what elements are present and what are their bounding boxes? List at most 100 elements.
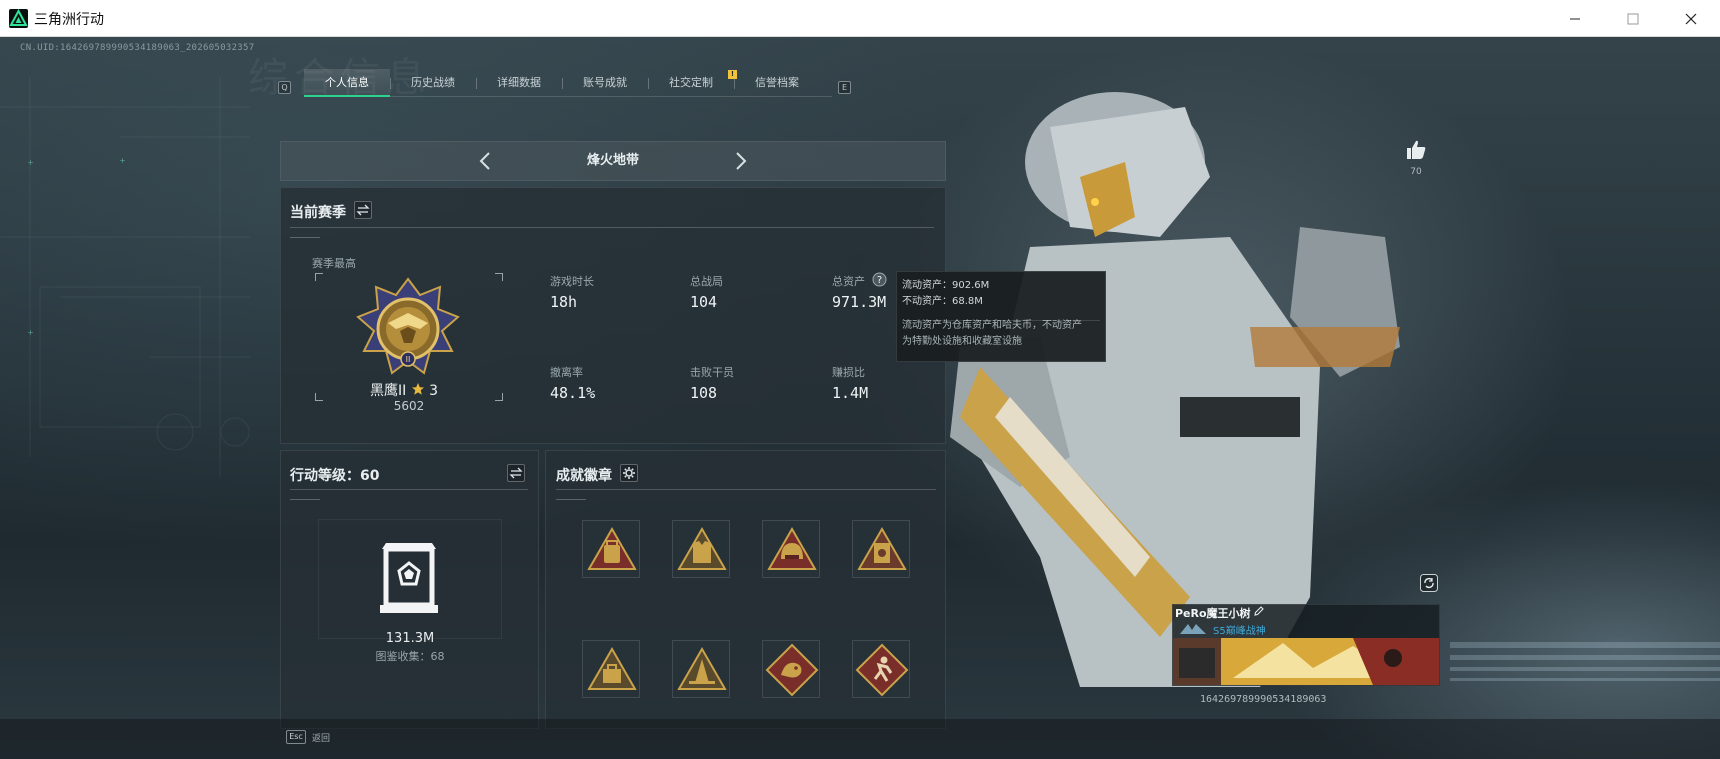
level-collection-value: 131.3M <box>385 631 435 646</box>
season-decor-line <box>290 237 320 238</box>
stat-kills-label: 击败干员 <box>690 366 734 379</box>
rank-frame-corner <box>495 273 503 281</box>
achievement-badge[interactable] <box>762 640 820 698</box>
season-divider <box>290 227 934 228</box>
maximize-button[interactable] <box>1604 0 1662 37</box>
case-badge-icon <box>587 646 637 690</box>
tower-badge-icon <box>677 646 727 690</box>
achievement-badge[interactable] <box>762 520 820 578</box>
rank-stars: 3 <box>429 383 439 399</box>
player-name: PeRo魔王小树 <box>1175 607 1251 620</box>
helmet-badge-icon <box>767 526 817 570</box>
badges-settings-button[interactable] <box>620 464 638 482</box>
assets-tooltip: 流动资产：902.6M 不动资产：68.8M 流动资产为仓库资产和哈夫币，不动资… <box>896 271 1106 362</box>
stat-assets-value: 971.3M <box>832 293 887 311</box>
edit-pencil-icon[interactable] <box>1253 605 1265 617</box>
rank-emblem-icon: II <box>356 277 460 375</box>
armor-badge-icon <box>857 526 907 570</box>
tab-social-custom[interactable]: 社交定制 <box>648 69 734 97</box>
tab-history[interactable]: 历史战绩 <box>390 69 476 97</box>
rank-frame-corner <box>315 273 323 281</box>
level-divider <box>290 489 528 490</box>
badges-title: 成就徽章 <box>556 468 612 484</box>
season-best-label: 赛季最高 <box>312 257 356 270</box>
stat-extract-rate-value: 48.1% <box>550 384 596 402</box>
achievement-badge[interactable] <box>672 520 730 578</box>
backpack-badge-icon <box>587 526 637 570</box>
achievement-badge[interactable] <box>582 640 640 698</box>
mode-selector: 烽火地带 <box>280 141 946 181</box>
rank-points: 5602 <box>393 399 425 413</box>
player-banner-image <box>1173 638 1439 685</box>
refresh-icon[interactable] <box>1420 574 1438 592</box>
tooltip-desc-line2: 为特勤处设施和收藏室设施 <box>902 336 1022 347</box>
stat-matches-value: 104 <box>690 293 718 311</box>
svg-text:?: ? <box>877 275 882 286</box>
chevron-right-icon[interactable] <box>729 150 751 172</box>
rank-wing-icon <box>1180 624 1206 634</box>
stat-matches-label: 总战局 <box>690 275 723 288</box>
game-scene: CN.UID:164269789990534189063_20260503235… <box>0 37 1720 759</box>
rank-name: 黑鹰II <box>370 383 407 399</box>
achievement-badge[interactable] <box>852 520 910 578</box>
tab-personal-info[interactable]: 个人信息 <box>304 69 390 97</box>
stat-assets-label: 总资产 <box>832 275 865 288</box>
bottom-bar <box>0 719 1720 759</box>
stat-play-time-value: 18h <box>550 293 578 311</box>
close-icon <box>1685 13 1697 24</box>
gear-icon <box>623 467 635 479</box>
runner-badge-icon <box>855 643 909 697</box>
tab-next-key[interactable]: E <box>838 81 851 94</box>
close-button[interactable] <box>1662 0 1720 37</box>
stat-profit-ratio-label: 赚损比 <box>832 366 865 379</box>
level-switch-button[interactable] <box>507 464 525 482</box>
maximize-icon <box>1627 13 1639 24</box>
dragon-badge-icon <box>765 643 819 697</box>
tab-detailed-data[interactable]: 详细数据 <box>476 69 562 97</box>
tab-bar: 个人信息 历史战绩 详细数据 账号成就 社交定制 信誉档案 <box>304 69 832 97</box>
player-title: S5巅峰战神 <box>1213 626 1266 637</box>
stat-profit-ratio-value: 1.4M <box>832 384 869 402</box>
tooltip-fixed-assets: 不动资产：68.8M <box>902 296 983 307</box>
help-icon[interactable]: ? <box>872 272 887 287</box>
like-count: 70 <box>1410 167 1422 177</box>
star-icon <box>411 383 424 395</box>
tooltip-liquid-assets: 流动资产：902.6M <box>902 280 990 291</box>
stat-kills-value: 108 <box>690 384 718 402</box>
stat-play-time-label: 游戏时长 <box>550 275 594 288</box>
mode-title: 烽火地带 <box>586 153 639 168</box>
achievement-badge[interactable] <box>852 640 910 698</box>
swap-icon <box>509 467 523 479</box>
season-switch-button[interactable] <box>354 201 372 219</box>
level-title: 行动等级：60 <box>290 468 380 484</box>
esc-label[interactable]: 返回 <box>312 731 330 744</box>
rank-frame-corner <box>315 393 323 401</box>
tab-notification-badge: ! <box>728 70 737 79</box>
level-collection-count: 图鉴收集：68 <box>375 650 445 663</box>
badges-decor-line <box>556 499 586 500</box>
esc-key[interactable]: Esc <box>286 730 306 744</box>
achievement-badge[interactable] <box>582 520 640 578</box>
vest-badge-icon <box>677 526 727 570</box>
app-logo-icon <box>9 9 28 28</box>
window-title: 三角洲行动 <box>34 12 104 28</box>
achievement-badge[interactable] <box>672 640 730 698</box>
rank-frame-corner <box>495 393 503 401</box>
minimize-button[interactable] <box>1546 0 1604 37</box>
season-title: 当前赛季 <box>290 205 346 221</box>
thumbs-up-icon[interactable] <box>1404 138 1428 162</box>
player-id: 164269789990534189063 <box>1200 694 1327 705</box>
tab-achievements[interactable]: 账号成就 <box>562 69 648 97</box>
user-uid: CN.UID:164269789990534189063_20260503235… <box>20 43 255 53</box>
minimize-icon <box>1570 18 1580 19</box>
svg-text:II: II <box>406 355 411 364</box>
window-titlebar: 三角洲行动 <box>0 0 1720 37</box>
swap-icon <box>356 204 370 216</box>
tab-reputation[interactable]: 信誉档案 <box>734 69 820 97</box>
stat-extract-rate-label: 撤离率 <box>550 366 583 379</box>
tooltip-divider <box>902 320 1100 321</box>
collection-cabinet-icon <box>380 543 438 613</box>
level-decor-line <box>290 499 320 500</box>
tab-prev-key[interactable]: Q <box>278 81 291 94</box>
rank-name-row: 黑鹰II 3 <box>370 380 438 400</box>
